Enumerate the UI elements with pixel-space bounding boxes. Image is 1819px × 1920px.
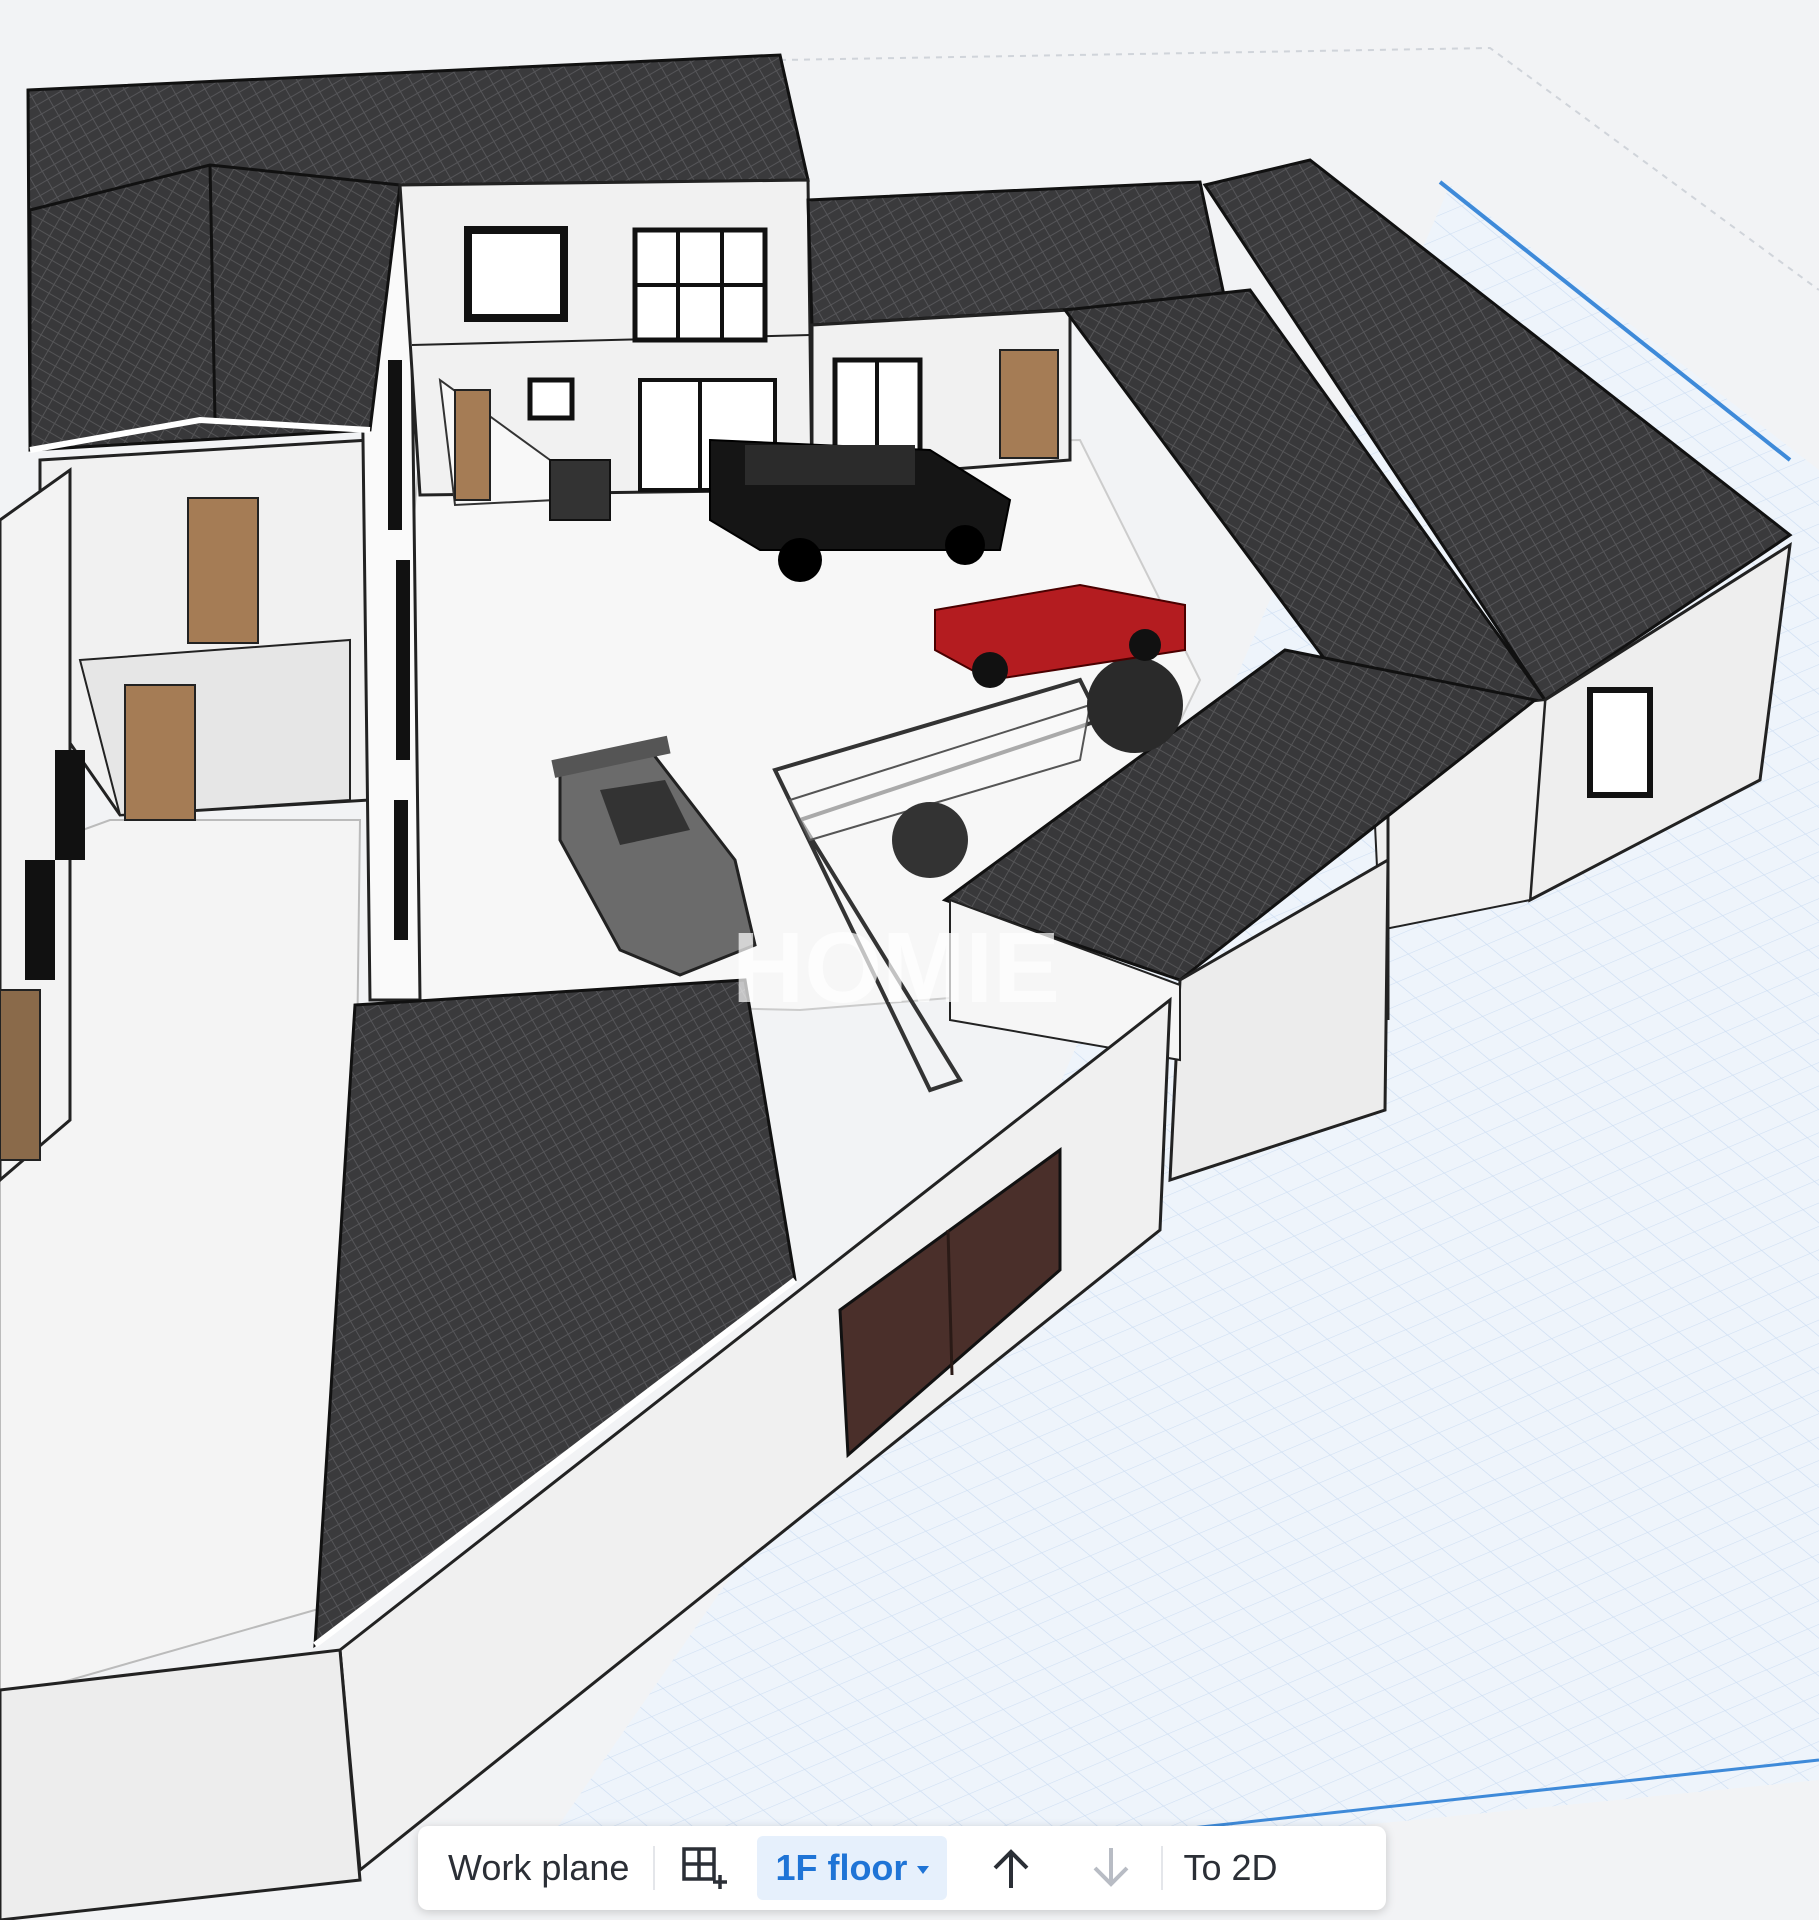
- floor-selector[interactable]: 1F floor: [757, 1836, 948, 1900]
- door-left-upper: [187, 497, 259, 644]
- window-right: [1587, 687, 1653, 798]
- to-2d-button[interactable]: To 2D: [1163, 1836, 1297, 1900]
- chevron-down-icon: [917, 1866, 930, 1874]
- door-left-lower: [124, 684, 196, 821]
- work-plane-button[interactable]: Work plane: [434, 1836, 653, 1900]
- add-floor-button[interactable]: [655, 1836, 757, 1900]
- floor-up-icon: [994, 1849, 1029, 1888]
- bottom-toolbar: Work plane 1F floor To 2D: [418, 1826, 1386, 1910]
- door-left-far: [0, 989, 41, 1161]
- 3d-viewport[interactable]: HOMIE Work plane 1F floor To 2D: [0, 0, 1819, 1920]
- to-2d-label: To 2D: [1183, 1847, 1278, 1888]
- 3d-house-scene[interactable]: HOMIE: [0, 0, 1819, 1920]
- watermark-text: HOMIE: [732, 912, 1060, 1024]
- work-plane-label: Work plane: [448, 1847, 630, 1888]
- add-floor-icon: [682, 1847, 728, 1889]
- floor-selector-value: 1F floor: [775, 1847, 908, 1888]
- window-upper-left: [464, 226, 568, 322]
- floor-up-button[interactable]: [961, 1836, 1061, 1900]
- window-left-2: [25, 860, 55, 980]
- floor-down-icon: [1094, 1848, 1129, 1887]
- floor-down-button[interactable]: [1061, 1836, 1161, 1900]
- window-left-1: [55, 750, 85, 860]
- door-rear-right: [999, 349, 1059, 459]
